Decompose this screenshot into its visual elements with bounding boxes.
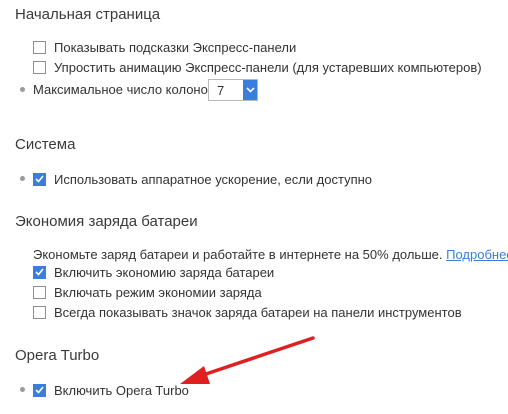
bullet-icon — [20, 87, 25, 92]
checkmark-icon — [35, 175, 44, 183]
checkbox-speed-dial-hints[interactable] — [33, 40, 46, 54]
checkmark-icon — [35, 268, 44, 276]
section-title-battery: Экономия заряда батареи — [15, 213, 198, 230]
section-title-system: Система — [15, 136, 76, 153]
option-label: Показывать подсказки Экспресс-панели — [54, 39, 297, 55]
section-title-opera-turbo: Opera Turbo — [15, 347, 100, 364]
option-speed-dial-hints[interactable]: Показывать подсказки Экспресс-панели — [15, 38, 296, 56]
columns-label: Максимальное число колонок: — [33, 82, 218, 97]
checkbox-show-battery-icon[interactable] — [33, 305, 46, 319]
option-simplify-animation[interactable]: Упростить анимацию Экспресс-панели (для … — [15, 58, 482, 76]
checkbox-simplify-animation[interactable] — [33, 60, 46, 74]
option-hardware-acceleration[interactable]: Использовать аппаратное ускорение, если … — [15, 170, 372, 188]
option-enable-opera-turbo[interactable]: Включить Opera Turbo — [15, 381, 189, 399]
option-label: Всегда показывать значок заряда батареи … — [54, 304, 462, 320]
checkbox-hardware-acceleration[interactable] — [33, 172, 46, 186]
chevron-down-icon[interactable] — [243, 80, 257, 100]
option-enable-battery-saver[interactable]: Включить экономию заряда батареи — [15, 263, 274, 281]
option-label: Включать режим экономии заряда — [54, 284, 262, 300]
columns-select[interactable]: 7 — [208, 79, 258, 101]
columns-select-value: 7 — [217, 82, 225, 98]
option-label: Включить экономию заряда батареи — [54, 264, 275, 280]
checkbox-auto-battery-saver[interactable] — [33, 285, 46, 299]
battery-description-text: Экономьте заряд батареи и работайте в ин… — [33, 247, 443, 262]
option-auto-battery-saver[interactable]: Включать режим экономии заряда — [15, 283, 262, 301]
option-label: Упростить анимацию Экспресс-панели (для … — [54, 59, 482, 75]
option-show-battery-icon[interactable]: Всегда показывать значок заряда батареи … — [15, 303, 462, 321]
settings-page: Начальная страница Показывать подсказки … — [0, 0, 508, 414]
more-info-link[interactable]: Подробнее... — [446, 247, 508, 262]
battery-description: Экономьте заряд батареи и работайте в ин… — [33, 246, 508, 264]
section-title-start-page: Начальная страница — [15, 6, 161, 23]
checkmark-icon — [35, 386, 44, 394]
checkbox-enable-battery-saver[interactable] — [33, 265, 46, 279]
option-label: Включить Opera Turbo — [54, 382, 189, 398]
checkbox-enable-opera-turbo[interactable] — [33, 383, 46, 397]
option-label: Использовать аппаратное ускорение, если … — [54, 171, 373, 187]
red-arrow-icon — [180, 336, 315, 384]
